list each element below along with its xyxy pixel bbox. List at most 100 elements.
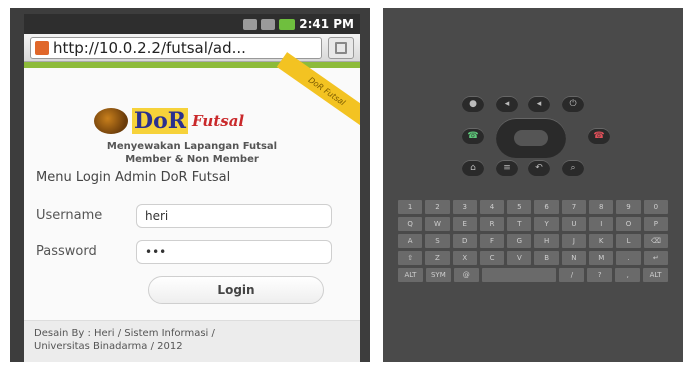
space-key[interactable] (481, 268, 557, 282)
logo-suffix: Futsal (192, 112, 245, 130)
home-icon: ⌂ (470, 163, 476, 173)
keyboard-key[interactable]: N (561, 251, 587, 265)
volume-up-icon: ◂ (536, 99, 542, 109)
keyboard-key[interactable]: Y (534, 217, 559, 231)
volume-up-button[interactable]: ◂ (528, 96, 550, 112)
keyboard-key[interactable]: W (425, 217, 450, 231)
page-title: Menu Login Admin DoR Futsal (36, 170, 231, 185)
login-button[interactable]: Login (148, 276, 324, 304)
keyboard-key[interactable]: D (452, 234, 477, 248)
bookmark-icon (335, 41, 347, 54)
tagline-line-2: Member & Non Member (125, 154, 259, 165)
keyboard-key[interactable]: J (561, 234, 587, 248)
keyboard-key[interactable]: R (479, 217, 505, 231)
keyboard-key[interactable]: S (425, 234, 450, 248)
keyboard-key[interactable]: , (615, 268, 641, 282)
menu-button[interactable]: ≡ (496, 160, 518, 176)
volume-down-button[interactable]: ◂ (496, 96, 518, 112)
tagline-line-1: Menyewakan Lapangan Futsal (106, 141, 278, 152)
signal-icon (261, 18, 276, 30)
browser-toolbar: http://10.0.2.2/futsal/ad... (24, 34, 360, 62)
keyboard-key[interactable]: Q (398, 217, 423, 231)
keyboard-key[interactable]: K (589, 234, 614, 248)
dpad[interactable] (496, 118, 566, 158)
keyboard-key[interactable]: M (589, 251, 614, 265)
keyboard-key[interactable]: L (616, 234, 641, 248)
menu-icon: ≡ (503, 163, 511, 173)
username-field[interactable]: heri (136, 204, 332, 228)
keyboard-key[interactable]: B (534, 251, 559, 265)
keyboard-key[interactable]: 7 (561, 200, 587, 214)
keyboard-row: A S D F G H J K L ⌫ (398, 234, 668, 248)
keyboard-key[interactable]: ⇧ (398, 251, 423, 265)
camera-icon: ● (469, 99, 477, 109)
keyboard-key[interactable]: / (559, 268, 585, 282)
clock: 2:41 PM (299, 17, 354, 31)
keyboard-key[interactable]: 9 (616, 200, 641, 214)
phone-hangup-icon: ☎ (593, 131, 605, 141)
status-bar: 2:41 PM (24, 14, 360, 34)
keyboard-key[interactable]: U (561, 217, 587, 231)
keyboard-key[interactable]: ALT (643, 268, 669, 282)
end-call-button[interactable]: ☎ (588, 128, 610, 144)
password-label: Password (36, 244, 97, 259)
keyboard-key[interactable]: @ (453, 268, 479, 282)
keyboard-key[interactable]: O (616, 217, 641, 231)
page-footer: Desain By : Heri / Sistem Informasi / Un… (24, 320, 360, 362)
keyboard-key[interactable]: A (398, 234, 423, 248)
favicon-icon (35, 40, 49, 55)
phone-screen: 2:41 PM http://10.0.2.2/futsal/ad... DoR… (24, 14, 360, 362)
keyboard-key[interactable]: F (479, 234, 505, 248)
logo-brand: DoR (132, 108, 189, 134)
keyboard-key[interactable]: ⌫ (643, 234, 668, 248)
usb-icon (243, 18, 258, 30)
hardware-keyboard: 1 2 3 4 5 6 7 8 9 0 Q W E R T Y U I O P A S D F G H J K L ⌫ ⇧ Z X C V B N M. ↵… (398, 200, 669, 285)
keyboard-key[interactable]: Z (425, 251, 450, 265)
keyboard-key[interactable]: 3 (452, 200, 477, 214)
keyboard-row: ALT SYM @ /?, ALT (398, 268, 669, 282)
keyboard-row: 1234567890 (398, 200, 668, 214)
power-button[interactable]: ⏻ (562, 96, 584, 112)
keyboard-key[interactable]: G (507, 234, 532, 248)
back-icon: ↶ (535, 163, 543, 173)
keyboard-key[interactable]: 6 (534, 200, 559, 214)
keyboard-key[interactable]: H (534, 234, 559, 248)
footer-line-2: Universitas Binadarma / 2012 (34, 341, 183, 352)
search-icon: ⌕ (570, 163, 576, 173)
tagline: Menyewakan Lapangan Futsal Member & Non … (24, 140, 360, 166)
keyboard-key[interactable]: ALT (398, 268, 423, 282)
url-field[interactable]: http://10.0.2.2/futsal/ad... (30, 36, 322, 59)
back-button[interactable]: ↶ (528, 160, 550, 176)
bookmark-button[interactable] (328, 36, 354, 59)
keyboard-key[interactable]: X (452, 251, 477, 265)
site-logo: DoR Futsal (94, 108, 244, 134)
keyboard-key[interactable]: . (616, 251, 641, 265)
keyboard-key[interactable]: 4 (479, 200, 505, 214)
keyboard-key[interactable]: P (643, 217, 668, 231)
camera-button[interactable]: ● (462, 96, 484, 112)
username-label: Username (36, 208, 103, 223)
keyboard-key[interactable]: E (452, 217, 477, 231)
dpad-center-button[interactable] (514, 130, 548, 146)
password-field[interactable]: ••• (136, 240, 332, 264)
keyboard-key[interactable]: 8 (589, 200, 614, 214)
football-icon (94, 108, 128, 134)
keyboard-key[interactable]: 2 (425, 200, 450, 214)
keyboard-row: QWERTYUIOP (398, 217, 668, 231)
call-button[interactable]: ☎ (462, 128, 484, 144)
home-button[interactable]: ⌂ (462, 160, 484, 176)
keyboard-key[interactable]: V (507, 251, 532, 265)
keyboard-key[interactable]: C (479, 251, 505, 265)
volume-down-icon: ◂ (504, 99, 510, 109)
keyboard-key[interactable]: T (507, 217, 532, 231)
url-text: http://10.0.2.2/futsal/ad... (53, 38, 246, 57)
keyboard-key[interactable]: 0 (643, 200, 668, 214)
keyboard-key[interactable]: 5 (507, 200, 532, 214)
keyboard-key[interactable]: I (589, 217, 614, 231)
footer-line-1: Desain By : Heri / Sistem Informasi / (34, 328, 215, 339)
keyboard-key[interactable]: ↵ (643, 251, 668, 265)
keyboard-key[interactable]: SYM (425, 268, 451, 282)
keyboard-key[interactable]: 1 (398, 200, 423, 214)
keyboard-key[interactable]: ? (587, 268, 613, 282)
search-button[interactable]: ⌕ (562, 160, 584, 176)
